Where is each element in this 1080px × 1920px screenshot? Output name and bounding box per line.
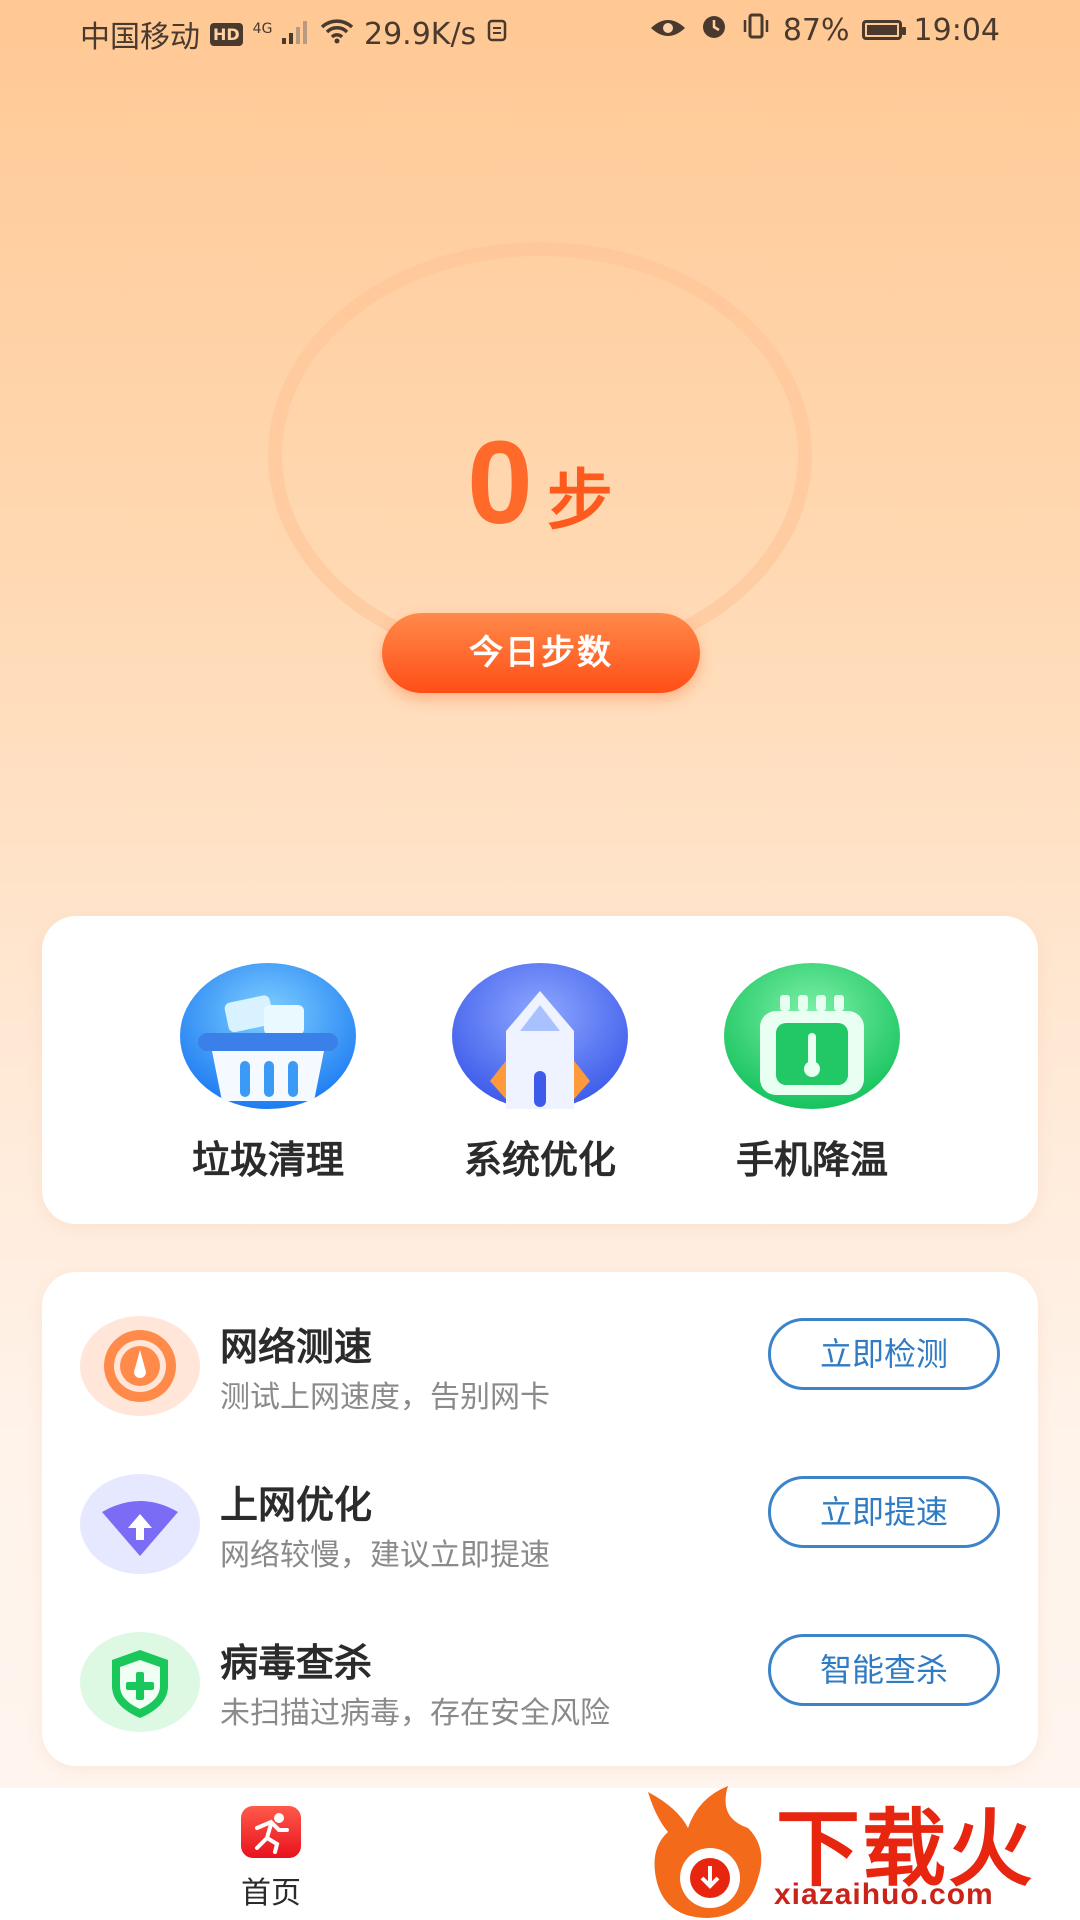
flame-logo-icon (648, 1786, 762, 1918)
tool-label: 手机降温 (735, 1138, 888, 1182)
running-icon (241, 1806, 301, 1858)
features-card: 网络测速 测试上网速度，告别网卡 立即检测 上网优化 网络较慢，建议立即提速 立… (42, 1272, 1038, 1766)
item-title: 病毒查杀 (220, 1641, 373, 1685)
vibrate-icon (741, 12, 771, 48)
tool-label: 垃圾清理 (191, 1138, 344, 1182)
list-item-virus-scan: 病毒查杀 未扫描过病毒，存在安全风险 智能查杀 (80, 1628, 1000, 1748)
tool-system-optimize[interactable]: 系统优化 (410, 961, 670, 1184)
tool-junk-clean[interactable]: 垃圾清理 (138, 961, 398, 1184)
shield-plus-icon (80, 1632, 200, 1732)
network-type: 4G (252, 20, 273, 37)
item-title: 网络测速 (220, 1325, 373, 1369)
smart-scan-button[interactable]: 智能查杀 (768, 1634, 1000, 1706)
tools-card: 垃圾清理 系统优化 手机降温 (42, 916, 1038, 1224)
item-title: 上网优化 (220, 1483, 373, 1527)
signal-icon: 4G (253, 17, 310, 52)
alarm-icon (699, 12, 729, 48)
watermark-logo: 下载火 xiazaihuo.com (638, 1778, 1080, 1920)
step-count: 0 (467, 417, 533, 549)
clipboard-icon (486, 17, 512, 52)
battery-icon (861, 20, 906, 40)
tool-phone-cool[interactable]: 手机降温 (682, 961, 942, 1184)
trash-basket-icon (178, 961, 358, 1111)
step-counter: 0步 (0, 415, 1080, 551)
step-unit: 步 (546, 462, 613, 539)
wifi-up-icon (80, 1474, 200, 1574)
clock: 19:04 (913, 12, 1000, 48)
net-speed: 29.9K/s (363, 16, 477, 52)
item-subtitle: 网络较慢，建议立即提速 (220, 1538, 550, 1573)
status-bar: 中国移动 HD 4G 29.9K/s 87% 19:04 (0, 0, 1080, 62)
wifi-icon (320, 17, 354, 52)
speed-up-button[interactable]: 立即提速 (768, 1476, 1000, 1548)
list-item-speed-test: 网络测速 测试上网速度，告别网卡 立即检测 (80, 1312, 1000, 1432)
hd-badge: HD (210, 22, 243, 46)
rocket-house-icon (450, 961, 630, 1111)
today-steps-button[interactable]: 今日步数 (382, 613, 700, 693)
status-left: 中国移动 HD 4G 29.9K/s (80, 12, 512, 56)
tool-label: 系统优化 (463, 1138, 616, 1182)
battery-percent: 87% (782, 12, 850, 48)
speedometer-icon (80, 1316, 200, 1416)
item-subtitle: 未扫描过病毒，存在安全风险 (220, 1696, 610, 1731)
status-right: 87% 19:04 (649, 12, 1000, 48)
watermark-url: xiazaihuo.com (774, 1878, 994, 1911)
thermometer-chip-icon (722, 961, 902, 1111)
detect-now-button[interactable]: 立即检测 (768, 1318, 1000, 1390)
list-item-net-optimize: 上网优化 网络较慢，建议立即提速 立即提速 (80, 1470, 1000, 1590)
item-subtitle: 测试上网速度，告别网卡 (220, 1380, 550, 1415)
carrier-name: 中国移动 (80, 20, 200, 55)
eye-icon (649, 13, 687, 48)
nav-home-label: 首页 (241, 1876, 301, 1911)
nav-tab-home[interactable]: 首页 (226, 1806, 316, 1912)
